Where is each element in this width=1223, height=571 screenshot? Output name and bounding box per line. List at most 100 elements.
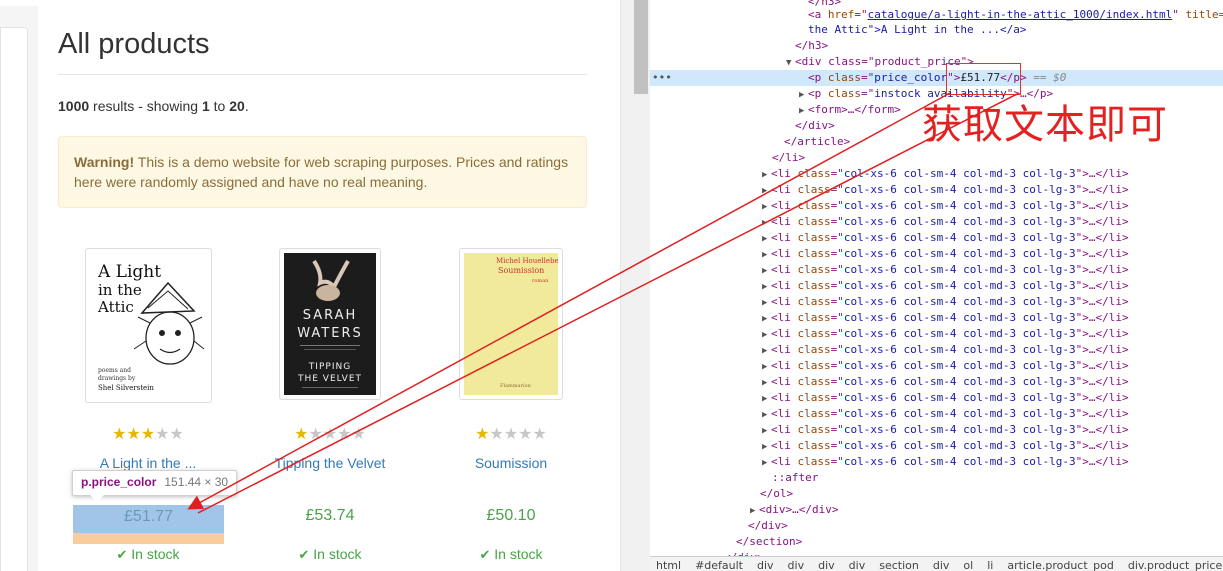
expand-right-icon: ▶ (762, 362, 768, 372)
dom-line-li[interactable]: ▶ <li class="col-xs-6 col-sm-4 col-md-3 c… (650, 342, 1223, 358)
dom-line-li[interactable]: ▶ <li class="col-xs-6 col-sm-4 col-md-3 c… (650, 278, 1223, 294)
warning-strong: Warning! (74, 154, 135, 170)
dom-line-li[interactable]: ▶ <li class="col-xs-6 col-sm-4 col-md-3 c… (650, 294, 1223, 310)
tooltip-size: 151.44 × 30 (164, 475, 229, 489)
results-count: 1000 (58, 98, 90, 114)
breadcrumb-item[interactable]: div (933, 559, 950, 571)
product-image-2[interactable]: SARAH WATERS TIPPING THE VELVET (279, 248, 381, 400)
cover2-title1: TIPPING (308, 362, 351, 372)
expand-right-icon: ▶ (762, 410, 768, 420)
results-to-word: to (209, 98, 230, 114)
breadcrumb-item[interactable]: div (818, 559, 835, 571)
cover1-line2: in the (98, 281, 142, 299)
cover3-publisher: Flammarion (500, 383, 532, 389)
expand-right-icon: ▶ (762, 186, 768, 196)
product-image-3[interactable]: Michel Houellebecq Soumission roman Flam… (459, 248, 568, 400)
star-rating-2: ★★★★★ (250, 424, 410, 444)
star-icon: ★ (503, 426, 519, 443)
stock-text-3: In stock (494, 546, 543, 562)
breadcrumb-item[interactable]: section (879, 559, 919, 571)
breadcrumb-item[interactable]: article.product_pod (1007, 559, 1114, 571)
cover1-author: Shel Silverstein (98, 384, 154, 392)
dom-line-anchor[interactable]: <a href="catalogue/a-light-in-the-attic_… (650, 7, 1223, 23)
dom-line-li[interactable]: ▶ <li class="col-xs-6 col-sm-4 col-md-3 c… (650, 422, 1223, 438)
dom-line[interactable]: </ol> (650, 486, 1223, 502)
product-title-link-1[interactable]: A Light in the ... (68, 455, 228, 471)
cover1-line1: A Light (97, 262, 161, 282)
breadcrumb-item[interactable]: div (849, 559, 866, 571)
dom-line-li[interactable]: ▶ <li class="col-xs-6 col-sm-4 col-md-3 c… (650, 406, 1223, 422)
devtools-elements-panel: </h3> <a href="catalogue/a-light-in-the-… (650, 0, 1223, 571)
expand-right-icon: ▶ (762, 378, 768, 388)
dom-line[interactable]: </section> (650, 534, 1223, 550)
product-title-link-2[interactable]: Tipping the Velvet (250, 455, 410, 471)
expand-right-icon: ▶ (762, 330, 768, 340)
cover2-author2: WATERS (297, 326, 362, 341)
dom-line-li[interactable]: ▶ <li class="col-xs-6 col-sm-4 col-md-3 c… (650, 230, 1223, 246)
expand-right-icon: ▶ (799, 106, 805, 116)
dom-line-li[interactable]: ▶ <li class="col-xs-6 col-sm-4 col-md-3 c… (650, 182, 1223, 198)
breadcrumb-item[interactable]: div (788, 559, 805, 571)
dom-line-product-price[interactable]: ▼ <div class="product_price"> (650, 54, 1223, 70)
check-icon: ✔ (116, 547, 128, 562)
tooltip-selector: p.price_color (81, 475, 157, 489)
highlight-margin-box (73, 533, 224, 544)
cover3-author: Michel Houellebecq (496, 257, 558, 265)
check-icon: ✔ (298, 547, 310, 562)
expand-right-icon: ▶ (762, 234, 768, 244)
inspected-price-highlight[interactable]: £51.77 (73, 505, 224, 544)
star-icon: ★ (475, 426, 490, 443)
star-icon: ★ (351, 426, 366, 443)
dom-line[interactable]: </h3> (650, 38, 1223, 54)
breadcrumb-item[interactable]: #default (695, 559, 743, 571)
dom-line-li[interactable]: ▶ <li class="col-xs-6 col-sm-4 col-md-3 c… (650, 166, 1223, 182)
page-scroll-thumb[interactable] (634, 0, 648, 94)
star-icon: ★ (489, 426, 504, 443)
breadcrumb-item[interactable]: div.product_price (1128, 559, 1222, 571)
dom-line-li[interactable]: ▶ <li class="col-xs-6 col-sm-4 col-md-3 c… (650, 358, 1223, 374)
dom-line-li[interactable]: ▶ <li class="col-xs-6 col-sm-4 col-md-3 c… (650, 262, 1223, 278)
dom-line-li[interactable]: ▶ <li class="col-xs-6 col-sm-4 col-md-3 c… (650, 246, 1223, 262)
dom-line-li[interactable]: ▶ <li class="col-xs-6 col-sm-4 col-md-3 c… (650, 310, 1223, 326)
dom-line-div-collapsed[interactable]: ▶ <div>…</div> (650, 502, 1223, 518)
dom-line-li[interactable]: ▶ <li class="col-xs-6 col-sm-4 col-md-3 c… (650, 326, 1223, 342)
breadcrumb-item[interactable]: li (987, 559, 993, 571)
dom-line-li[interactable]: ▶ <li class="col-xs-6 col-sm-4 col-md-3 c… (650, 390, 1223, 406)
dom-line-li[interactable]: ▶ <li class="col-xs-6 col-sm-4 col-md-3 c… (650, 454, 1223, 470)
dom-line-anchor-cont[interactable]: the Attic">A Light in the ...</a> (650, 22, 1223, 38)
star-icon: ★ (518, 426, 533, 443)
dom-line-pseudo[interactable]: ::after (650, 470, 1223, 486)
breadcrumb-item[interactable]: div (757, 559, 774, 571)
dom-line[interactable]: </div> (650, 518, 1223, 534)
sidebar-panel (0, 27, 28, 571)
dom-line-selected[interactable]: ••• <p class="price_color">£51.77</p> == … (650, 70, 1223, 86)
dom-line[interactable]: </li> (650, 150, 1223, 166)
warning-alert: Warning! This is a demo website for web … (58, 136, 587, 208)
cover1-line3: Attic (97, 298, 134, 316)
expand-right-icon: ▶ (762, 266, 768, 276)
dom-line-li[interactable]: ▶ <li class="col-xs-6 col-sm-4 col-md-3 c… (650, 214, 1223, 230)
dom-line-li[interactable]: ▶ <li class="col-xs-6 col-sm-4 col-md-3 c… (650, 198, 1223, 214)
inspect-tooltip: p.price_color 151.44 × 30 (72, 470, 238, 496)
product-image-1[interactable]: A Light in the Attic poems and drawings … (85, 248, 212, 403)
expand-right-icon: ▶ (762, 458, 768, 468)
product-title-link-3[interactable]: Soumission (431, 455, 591, 471)
results-summary: 1000 results - showing 1 to 20. (58, 98, 249, 114)
star-icon: ★ (532, 426, 547, 443)
results-from: 1 (201, 98, 210, 114)
stock-text-1: In stock (131, 546, 180, 562)
stock-status-2: ✔ In stock (250, 546, 410, 563)
title-divider (58, 74, 587, 75)
star-icon: ★ (126, 426, 141, 443)
star-icon: ★ (308, 426, 323, 443)
dom-line-li[interactable]: ▶ <li class="col-xs-6 col-sm-4 col-md-3 c… (650, 438, 1223, 454)
more-dots-icon: ••• (652, 71, 672, 84)
star-icon: ★ (155, 426, 170, 443)
cover-tipping-the-velvet: SARAH WATERS TIPPING THE VELVET (284, 253, 376, 395)
results-end: . (244, 98, 249, 114)
breadcrumb-item[interactable]: html (656, 559, 681, 571)
dom-line-li[interactable]: ▶ <li class="col-xs-6 col-sm-4 col-md-3 c… (650, 374, 1223, 390)
breadcrumb-item[interactable]: ol (963, 559, 973, 571)
expand-right-icon: ▶ (750, 506, 756, 516)
expand-right-icon: ▶ (762, 426, 768, 436)
